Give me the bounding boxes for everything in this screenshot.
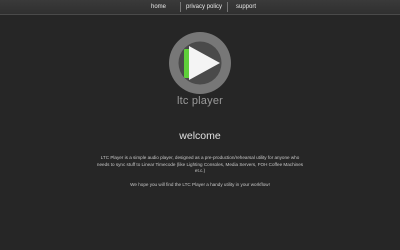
app-title: ltc player xyxy=(176,95,224,107)
closing-paragraph: We hope you will find the LTC Player a h… xyxy=(130,182,270,187)
play-icon xyxy=(169,32,231,94)
intro-paragraph: LTC Player is a simple audio player, des… xyxy=(96,155,304,174)
top-navigation-bar: home privacy policy support xyxy=(0,0,400,15)
nav-item-home[interactable]: home xyxy=(142,0,175,14)
nav-item-support[interactable]: support xyxy=(228,0,264,14)
welcome-heading: welcome xyxy=(179,130,221,142)
nav-menu: home privacy policy support xyxy=(142,0,264,14)
nav-item-privacy-policy[interactable]: privacy policy xyxy=(181,0,227,14)
